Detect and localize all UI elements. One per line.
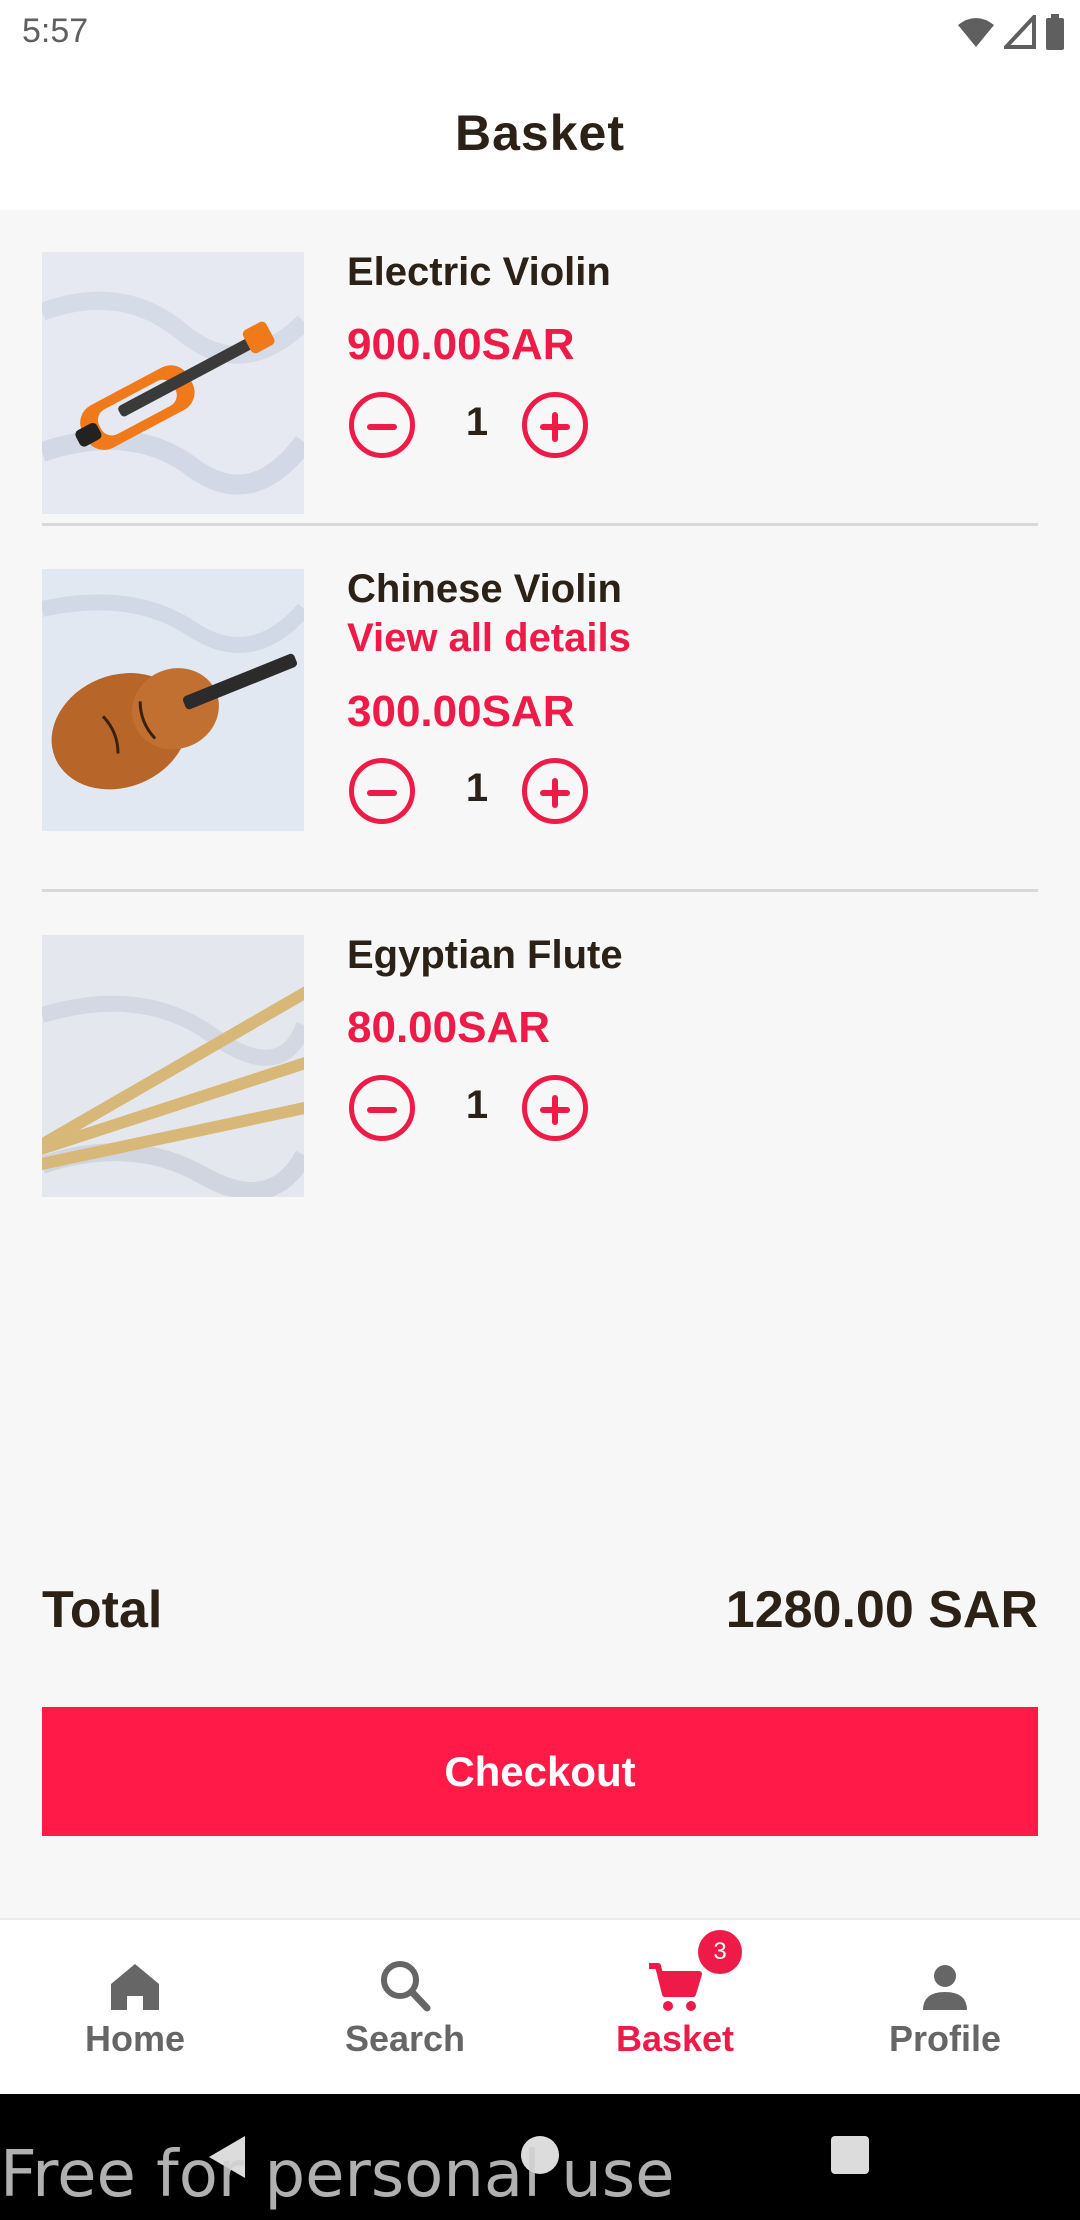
nav-label: Search bbox=[344, 2018, 466, 2059]
status-bar: 5:57 bbox=[0, 0, 1080, 64]
decrease-quantity-button[interactable] bbox=[349, 758, 415, 824]
nav-item-search[interactable]: Search bbox=[270, 1920, 540, 2096]
divider bbox=[42, 889, 1038, 892]
signal-icon bbox=[1004, 15, 1036, 49]
checkout-button[interactable]: Checkout bbox=[42, 1707, 1038, 1836]
quantity-value: 1 bbox=[465, 1083, 489, 1127]
total-row: Total 1280.00 SAR bbox=[42, 1580, 1038, 1650]
nav-label: Home bbox=[84, 2018, 186, 2059]
recents-icon[interactable] bbox=[829, 2134, 871, 2176]
status-time: 5:57 bbox=[22, 12, 89, 50]
status-icons bbox=[956, 14, 1066, 50]
nav-item-profile[interactable]: Profile bbox=[810, 1920, 1080, 2096]
increase-quantity-button[interactable] bbox=[522, 758, 588, 824]
product-name: Egyptian Flute bbox=[347, 933, 623, 977]
product-price: 900.00SAR bbox=[347, 320, 575, 369]
product-name: Electric Violin bbox=[347, 250, 611, 294]
increase-quantity-button[interactable] bbox=[522, 392, 588, 458]
egyptian-flute-photo bbox=[42, 935, 304, 1197]
decrease-quantity-button[interactable] bbox=[349, 1075, 415, 1141]
bottom-nav: Home Search 3 Basket Profile bbox=[0, 1918, 1080, 2096]
product-price: 300.00SAR bbox=[347, 687, 575, 736]
total-label: Total bbox=[42, 1581, 163, 1639]
quantity-stepper: 1 bbox=[347, 758, 597, 834]
egyptian-flute-image[interactable] bbox=[42, 935, 304, 1197]
view-details-link[interactable]: View all details bbox=[347, 616, 631, 661]
search-icon bbox=[381, 1961, 431, 2012]
cart-icon bbox=[649, 1963, 702, 2011]
person-icon bbox=[923, 1965, 967, 2010]
quantity-value: 1 bbox=[465, 766, 489, 810]
quantity-stepper: 1 bbox=[347, 1075, 597, 1151]
nav-label: Basket bbox=[615, 2018, 735, 2059]
watermark-text: Free for personal use bbox=[0, 2138, 675, 2212]
home-icon bbox=[111, 1964, 159, 2010]
product-price: 80.00SAR bbox=[347, 1003, 551, 1052]
increase-quantity-button[interactable] bbox=[522, 1075, 588, 1141]
chinese-violin-photo bbox=[42, 569, 304, 831]
battery-icon bbox=[1046, 14, 1064, 50]
wifi-icon bbox=[958, 18, 994, 47]
nav-label: Profile bbox=[888, 2018, 1002, 2059]
app-bar: Basket bbox=[0, 64, 1080, 210]
nav-item-basket[interactable]: 3 Basket bbox=[540, 1920, 810, 2096]
divider bbox=[42, 523, 1038, 526]
product-name: Chinese Violin bbox=[347, 567, 622, 611]
cart-count-badge: 3 bbox=[698, 1930, 742, 1974]
nav-item-home[interactable]: Home bbox=[0, 1920, 270, 2096]
total-value: 1280.00 SAR bbox=[725, 1581, 1038, 1639]
page-title: Basket bbox=[455, 105, 625, 161]
electric-violin-photo bbox=[42, 252, 304, 514]
chinese-violin-image[interactable] bbox=[42, 569, 304, 831]
quantity-stepper: 1 bbox=[347, 392, 597, 468]
quantity-value: 1 bbox=[465, 400, 489, 444]
electric-violin-image[interactable] bbox=[42, 252, 304, 514]
decrease-quantity-button[interactable] bbox=[349, 392, 415, 458]
